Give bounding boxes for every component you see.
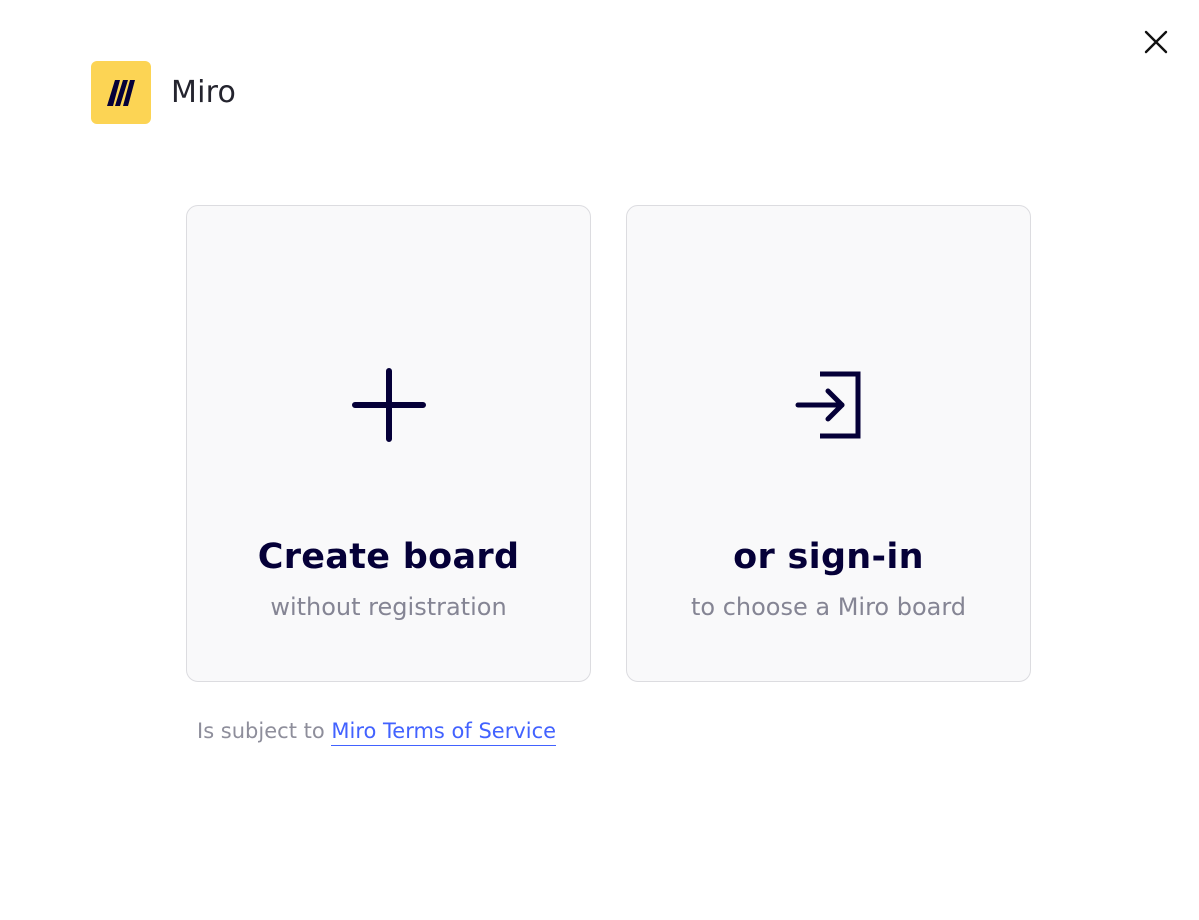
sign-in-subtitle: to choose a Miro board bbox=[690, 593, 967, 621]
create-board-title: Create board bbox=[257, 537, 520, 577]
miro-logo bbox=[91, 61, 151, 124]
app-name: Miro bbox=[171, 75, 237, 110]
create-board-subtitle: without registration bbox=[270, 593, 507, 621]
create-board-card[interactable]: Create board without registration bbox=[186, 205, 591, 682]
terms-of-service-link[interactable]: Miro Terms of Service bbox=[331, 719, 557, 746]
terms-footer: Is subject to Miro Terms of Service bbox=[197, 719, 557, 746]
app-header: Miro bbox=[91, 61, 236, 124]
sign-in-card[interactable]: or sign-in to choose a Miro board bbox=[626, 205, 1031, 682]
close-button[interactable] bbox=[1140, 26, 1172, 58]
sign-in-title: or sign-in bbox=[733, 537, 924, 577]
close-icon bbox=[1144, 30, 1168, 54]
plus-icon bbox=[350, 366, 428, 444]
terms-prefix: Is subject to bbox=[197, 719, 325, 743]
miro-logo-icon bbox=[107, 79, 135, 106]
sign-in-icon bbox=[790, 366, 868, 444]
